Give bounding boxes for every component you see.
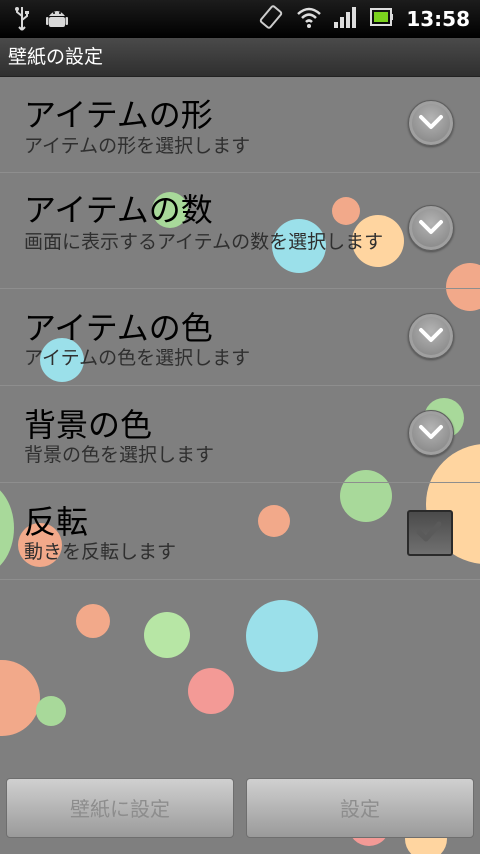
bubble bbox=[144, 612, 190, 658]
bubble bbox=[36, 696, 66, 726]
settings-list: アイテムの形 アイテムの形を選択します アイテムの数 画面に表示するアイテムの数… bbox=[0, 76, 480, 580]
rotation-icon bbox=[258, 4, 284, 34]
setting-item-background-color[interactable]: 背景の色 背景の色を選択します bbox=[0, 386, 480, 483]
wifi-icon bbox=[296, 6, 322, 32]
setting-title: 背景の色 bbox=[24, 406, 153, 444]
page-title: 壁紙の設定 bbox=[0, 38, 480, 77]
status-right-icons: 13:58 bbox=[258, 4, 470, 34]
setting-summary: アイテムの色を選択します bbox=[24, 347, 251, 369]
setting-summary: アイテムの形を選択します bbox=[24, 135, 251, 157]
setting-summary: 背景の色を選択します bbox=[24, 444, 215, 466]
setting-title: 反転 bbox=[24, 503, 89, 541]
bubble bbox=[76, 604, 110, 638]
status-left-icons bbox=[14, 6, 68, 36]
setting-item-shape[interactable]: アイテムの形 アイテムの形を選択します bbox=[0, 76, 480, 173]
setting-title: アイテムの形 bbox=[24, 96, 213, 134]
setting-title: アイテムの色 bbox=[24, 309, 213, 347]
settings-button[interactable]: 設定 bbox=[246, 778, 474, 838]
setting-summary: 画面に表示するアイテムの数を選択します bbox=[24, 231, 384, 253]
dropdown-button[interactable] bbox=[408, 313, 454, 359]
setting-item-reverse[interactable]: 反転 動きを反転します bbox=[0, 483, 480, 580]
bubble bbox=[188, 668, 234, 714]
bubble bbox=[246, 600, 318, 672]
usb-icon bbox=[14, 6, 30, 36]
reverse-checkbox[interactable] bbox=[407, 510, 453, 556]
dropdown-button[interactable] bbox=[408, 410, 454, 456]
dropdown-button[interactable] bbox=[408, 205, 454, 251]
set-wallpaper-button[interactable]: 壁紙に設定 bbox=[6, 778, 234, 838]
signal-icon bbox=[334, 6, 358, 32]
setting-title: アイテムの数 bbox=[24, 191, 213, 229]
clock: 13:58 bbox=[406, 7, 470, 31]
status-bar: 13:58 bbox=[0, 0, 480, 38]
setting-item-color[interactable]: アイテムの色 アイテムの色を選択します bbox=[0, 289, 480, 386]
setting-item-count[interactable]: アイテムの数 画面に表示するアイテムの数を選択します bbox=[0, 173, 480, 289]
dropdown-button[interactable] bbox=[408, 100, 454, 146]
battery-icon bbox=[370, 7, 394, 31]
bubble bbox=[0, 660, 40, 736]
android-icon bbox=[46, 6, 68, 36]
setting-summary: 動きを反転します bbox=[24, 541, 177, 563]
